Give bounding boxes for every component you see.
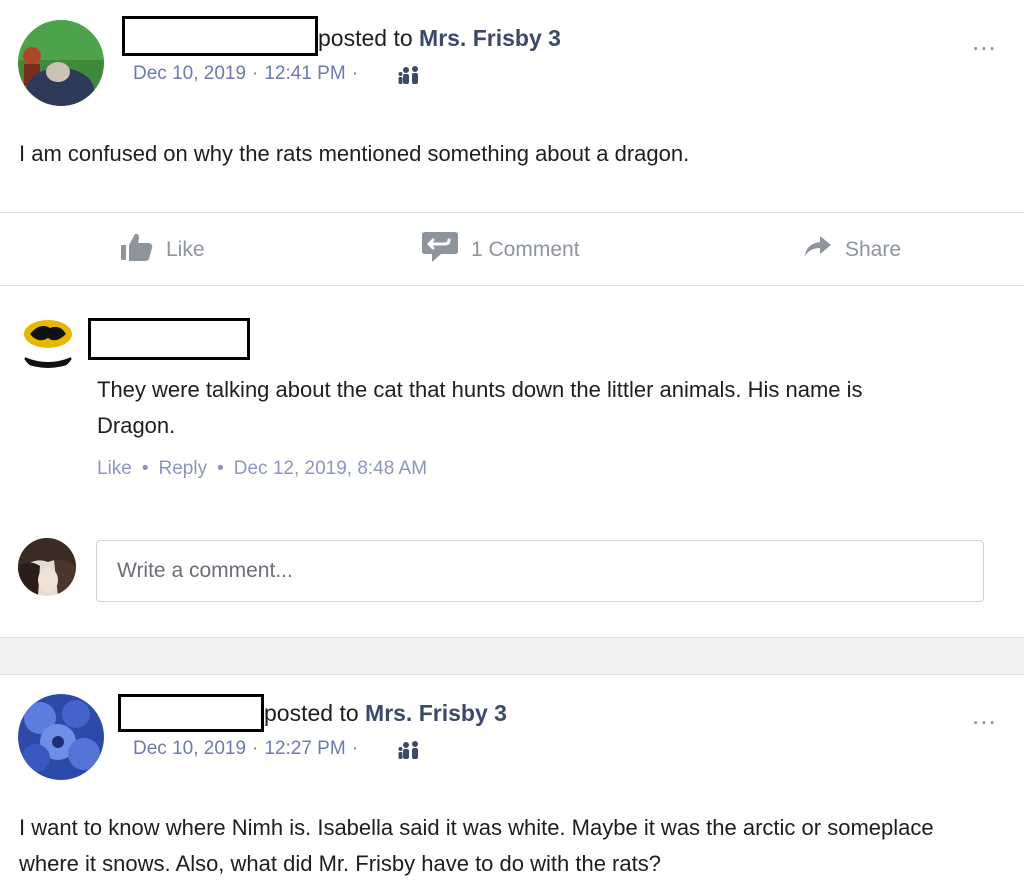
posted-to-text: posted to: [318, 25, 413, 51]
commenter-name-redacted: [88, 318, 250, 360]
commenter-avatar[interactable]: [20, 316, 76, 372]
write-comment-input[interactable]: [96, 540, 984, 602]
current-user-avatar: [18, 538, 76, 596]
group-link[interactable]: Mrs. Frisby 3: [365, 700, 507, 726]
comment-count-label: 1 Comment: [471, 238, 580, 261]
share-label: Share: [845, 238, 902, 261]
comment-button[interactable]: 1 Comment: [421, 230, 580, 270]
more-options-button[interactable]: ...: [972, 26, 997, 57]
divider: [0, 212, 1024, 213]
post-body: I am confused on why the rats mentioned …: [19, 141, 690, 166]
separator-dot: •: [141, 458, 149, 479]
thumbs-up-icon: [120, 232, 154, 268]
more-options-button[interactable]: ...: [972, 700, 997, 731]
share-arrow-icon: [803, 234, 833, 266]
post-time[interactable]: 12:41 PM: [264, 63, 345, 84]
comment-like-link[interactable]: Like: [97, 458, 132, 479]
comment-text: They were talking about the cat that hun…: [97, 377, 863, 438]
divider: [0, 674, 1024, 675]
audience-people-icon[interactable]: [398, 740, 422, 765]
comment-actions: Like • Reply • Dec 12, 2019, 8:48 AM: [97, 458, 427, 480]
separator-dot: •: [217, 458, 224, 479]
author-avatar[interactable]: [18, 694, 104, 780]
posted-to-text: posted to: [264, 700, 359, 726]
comment-reply-link[interactable]: Reply: [159, 458, 208, 479]
audience-people-icon[interactable]: [398, 65, 422, 90]
feed-separator: [0, 638, 1024, 674]
comment-bubble-icon: [421, 230, 459, 270]
divider: [0, 637, 1024, 638]
post-body: I want to know where Nimh is. Isabella s…: [19, 815, 934, 876]
post-meta: Dec 10, 2019 · 12:41 PM ·: [133, 63, 359, 84]
post-header: posted to Mrs. Frisby 3: [318, 25, 561, 52]
divider: [0, 285, 1024, 286]
post-meta: Dec 10, 2019 · 12:27 PM ·: [133, 738, 359, 759]
author-avatar[interactable]: [18, 20, 104, 106]
comment-timestamp[interactable]: Dec 12, 2019, 8:48 AM: [234, 458, 427, 479]
post-date[interactable]: Dec 10, 2019: [133, 738, 246, 759]
author-name-redacted: [118, 694, 264, 732]
like-label: Like: [166, 238, 205, 261]
share-button[interactable]: Share: [803, 230, 901, 270]
like-button[interactable]: Like: [120, 230, 205, 270]
post-date[interactable]: Dec 10, 2019: [133, 63, 246, 84]
post-time[interactable]: 12:27 PM: [264, 738, 345, 759]
post-header: posted to Mrs. Frisby 3: [264, 700, 507, 727]
group-link[interactable]: Mrs. Frisby 3: [419, 25, 561, 51]
author-name-redacted: [122, 16, 318, 56]
